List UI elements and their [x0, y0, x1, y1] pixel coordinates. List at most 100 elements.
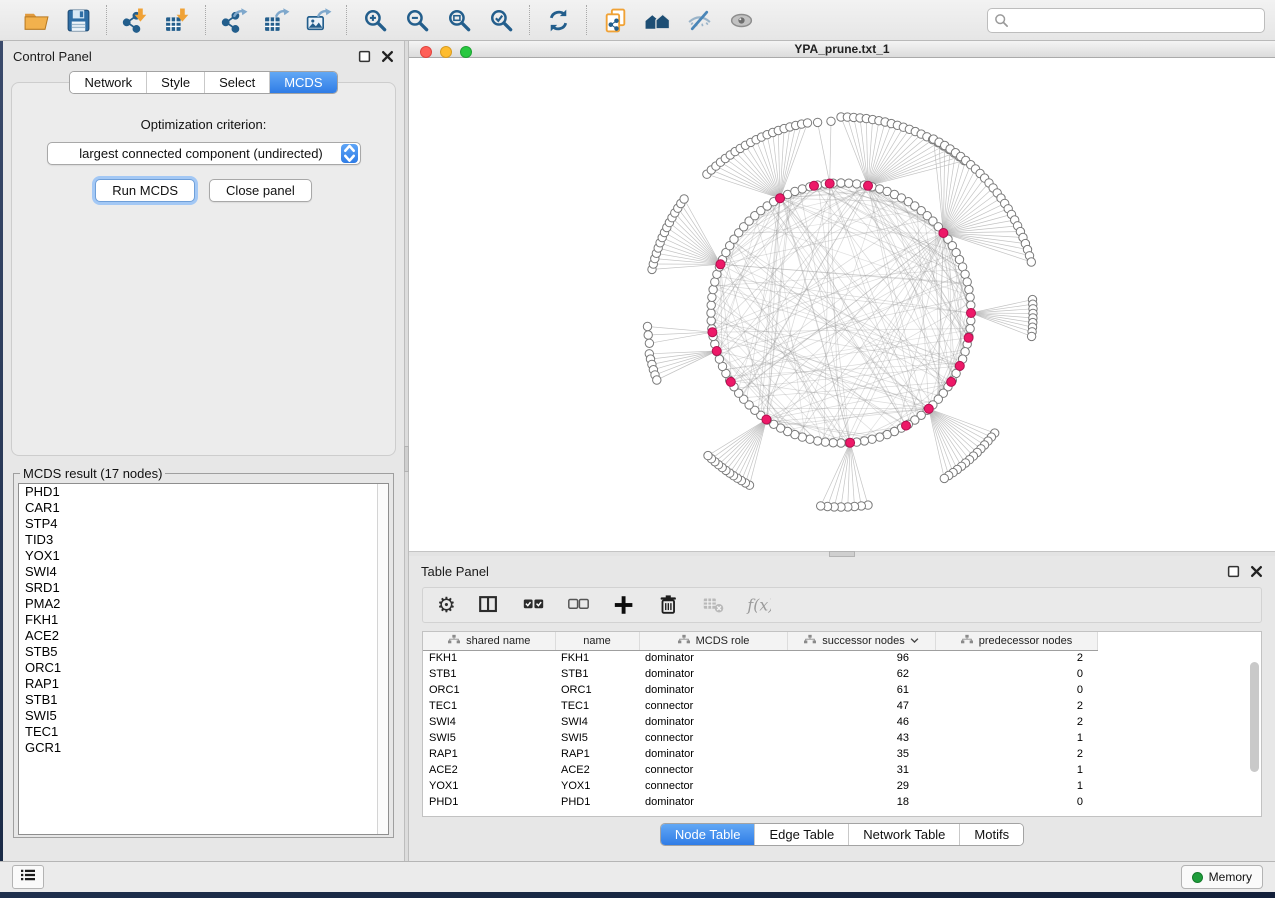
save-button[interactable]: [60, 4, 96, 36]
dropdown-stepper-icon: [341, 144, 358, 163]
column-header-shared-name[interactable]: shared name: [423, 632, 555, 650]
tab-style[interactable]: Style: [146, 72, 204, 93]
import-network-button[interactable]: [117, 4, 153, 36]
mcds-result-item[interactable]: PMA2: [19, 596, 388, 612]
table-scrollbar-thumb[interactable]: [1250, 662, 1259, 772]
tab-mcds[interactable]: MCDS: [269, 72, 336, 93]
task-history-button[interactable]: [12, 865, 44, 889]
mcds-result-item[interactable]: FKH1: [19, 612, 388, 628]
toolbar-separator: [346, 5, 347, 35]
table-row[interactable]: ORC1ORC1dominator610: [423, 682, 1097, 698]
close-panel-button[interactable]: Close panel: [209, 179, 312, 202]
horizontal-splitter[interactable]: [409, 551, 1275, 556]
mcds-result-item[interactable]: SWI4: [19, 564, 388, 580]
column-header-MCDS-role[interactable]: MCDS role: [639, 632, 787, 650]
close-window-icon[interactable]: [420, 46, 432, 58]
float-panel-icon[interactable]: [358, 50, 371, 63]
memory-button[interactable]: Memory: [1181, 865, 1263, 889]
import-table-button[interactable]: [159, 4, 195, 36]
mcds-result-item[interactable]: ACE2: [19, 628, 388, 644]
table-row[interactable]: TEC1TEC1connector472: [423, 698, 1097, 714]
table-row[interactable]: YOX1YOX1connector291: [423, 778, 1097, 794]
tab-select[interactable]: Select: [204, 72, 269, 93]
hierarchy-icon: [677, 634, 691, 648]
table-row[interactable]: FKH1FKH1dominator962: [423, 650, 1097, 666]
table-row[interactable]: SWI5SWI5connector431: [423, 730, 1097, 746]
table-tab-motifs[interactable]: Motifs: [959, 824, 1023, 845]
maximize-window-icon[interactable]: [460, 46, 472, 58]
mcds-list-scrollbar[interactable]: [377, 484, 388, 834]
mcds-result-list[interactable]: PHD1CAR1STP4TID3YOX1SWI4SRD1PMA2FKH1ACE2…: [18, 483, 389, 835]
show-eye-button[interactable]: [723, 4, 759, 36]
horizontal-splitter-grip[interactable]: [829, 551, 855, 557]
zoom-fit-button[interactable]: [441, 4, 477, 36]
add-column-icon: [611, 593, 636, 617]
homes-button[interactable]: [639, 4, 675, 36]
table-row[interactable]: PHD1PHD1dominator180: [423, 794, 1097, 810]
hide-eye-icon: [686, 7, 713, 34]
table-tab-edge-table[interactable]: Edge Table: [754, 824, 848, 845]
table-row[interactable]: ACE2ACE2connector311: [423, 762, 1097, 778]
network-canvas[interactable]: [409, 58, 1275, 546]
close-panel-icon[interactable]: [381, 50, 394, 63]
mcds-result-item[interactable]: SRD1: [19, 580, 388, 596]
add-column-button[interactable]: [611, 591, 636, 619]
mcds-result-item[interactable]: SWI5: [19, 708, 388, 724]
column-header-name[interactable]: name: [555, 632, 639, 650]
mcds-result-item[interactable]: CAR1: [19, 500, 388, 516]
export-image-button[interactable]: [300, 4, 336, 36]
table-tab-network-table[interactable]: Network Table: [848, 824, 959, 845]
zoom-selected-icon: [488, 7, 515, 34]
column-header-successor-nodes[interactable]: successor nodes: [787, 632, 935, 650]
zoom-out-icon: [404, 7, 431, 34]
table-row[interactable]: SWI4SWI4dominator462: [423, 714, 1097, 730]
table-row[interactable]: STB1STB1dominator620: [423, 666, 1097, 682]
table-tab-node-table[interactable]: Node Table: [661, 824, 755, 845]
network-window: YPA_prune.txt_1: [409, 41, 1275, 556]
control-panel-tabs: NetworkStyleSelectMCDS: [69, 71, 337, 94]
open-folder-button[interactable]: [18, 4, 54, 36]
export-network-button[interactable]: [216, 4, 252, 36]
zoom-selected-button[interactable]: [483, 4, 519, 36]
refresh-button[interactable]: [540, 4, 576, 36]
mcds-result-item[interactable]: GCR1: [19, 740, 388, 756]
column-header-predecessor-nodes[interactable]: predecessor nodes: [935, 632, 1097, 650]
mcds-result-item[interactable]: TEC1: [19, 724, 388, 740]
mcds-result-item[interactable]: STB1: [19, 692, 388, 708]
export-table-button[interactable]: [258, 4, 294, 36]
minimize-window-icon[interactable]: [440, 46, 452, 58]
settings-gear-button[interactable]: ⚙: [437, 591, 456, 619]
zoom-out-button[interactable]: [399, 4, 435, 36]
mcds-result-item[interactable]: RAP1: [19, 676, 388, 692]
hide-eye-button[interactable]: [681, 4, 717, 36]
mcds-result-item[interactable]: PHD1: [19, 484, 388, 500]
run-mcds-button[interactable]: Run MCDS: [95, 179, 195, 202]
function-builder-icon: f(x): [746, 593, 771, 617]
mcds-result-title: MCDS result (17 nodes): [20, 466, 165, 481]
mcds-result-item[interactable]: STP4: [19, 516, 388, 532]
svg-text:f(x): f(x): [746, 596, 771, 615]
zoom-in-button[interactable]: [357, 4, 393, 36]
network-titlebar[interactable]: YPA_prune.txt_1: [409, 41, 1275, 58]
select-all-icon: [521, 593, 546, 617]
delete-table-icon: [701, 593, 726, 617]
deselect-all-button[interactable]: [566, 591, 591, 619]
search-box: [987, 8, 1265, 33]
tab-network[interactable]: Network: [70, 72, 146, 93]
mcds-result-item[interactable]: TID3: [19, 532, 388, 548]
delete-column-button[interactable]: [656, 591, 681, 619]
export-table-icon: [263, 7, 290, 34]
clone-network-button[interactable]: [597, 4, 633, 36]
table-row[interactable]: RAP1RAP1dominator352: [423, 746, 1097, 762]
mcds-result-item[interactable]: YOX1: [19, 548, 388, 564]
float-table-panel-icon[interactable]: [1227, 565, 1240, 578]
columns-button[interactable]: [476, 591, 501, 619]
mcds-result-item[interactable]: ORC1: [19, 660, 388, 676]
mcds-result-item[interactable]: STB5: [19, 644, 388, 660]
close-table-panel-icon[interactable]: [1250, 565, 1263, 578]
optimization-criterion-dropdown[interactable]: largest connected component (undirected): [47, 142, 361, 165]
select-all-button[interactable]: [521, 591, 546, 619]
export-network-icon: [221, 7, 248, 34]
search-input[interactable]: [987, 8, 1265, 33]
table-tabs: Node TableEdge TableNetwork TableMotifs: [660, 823, 1024, 846]
